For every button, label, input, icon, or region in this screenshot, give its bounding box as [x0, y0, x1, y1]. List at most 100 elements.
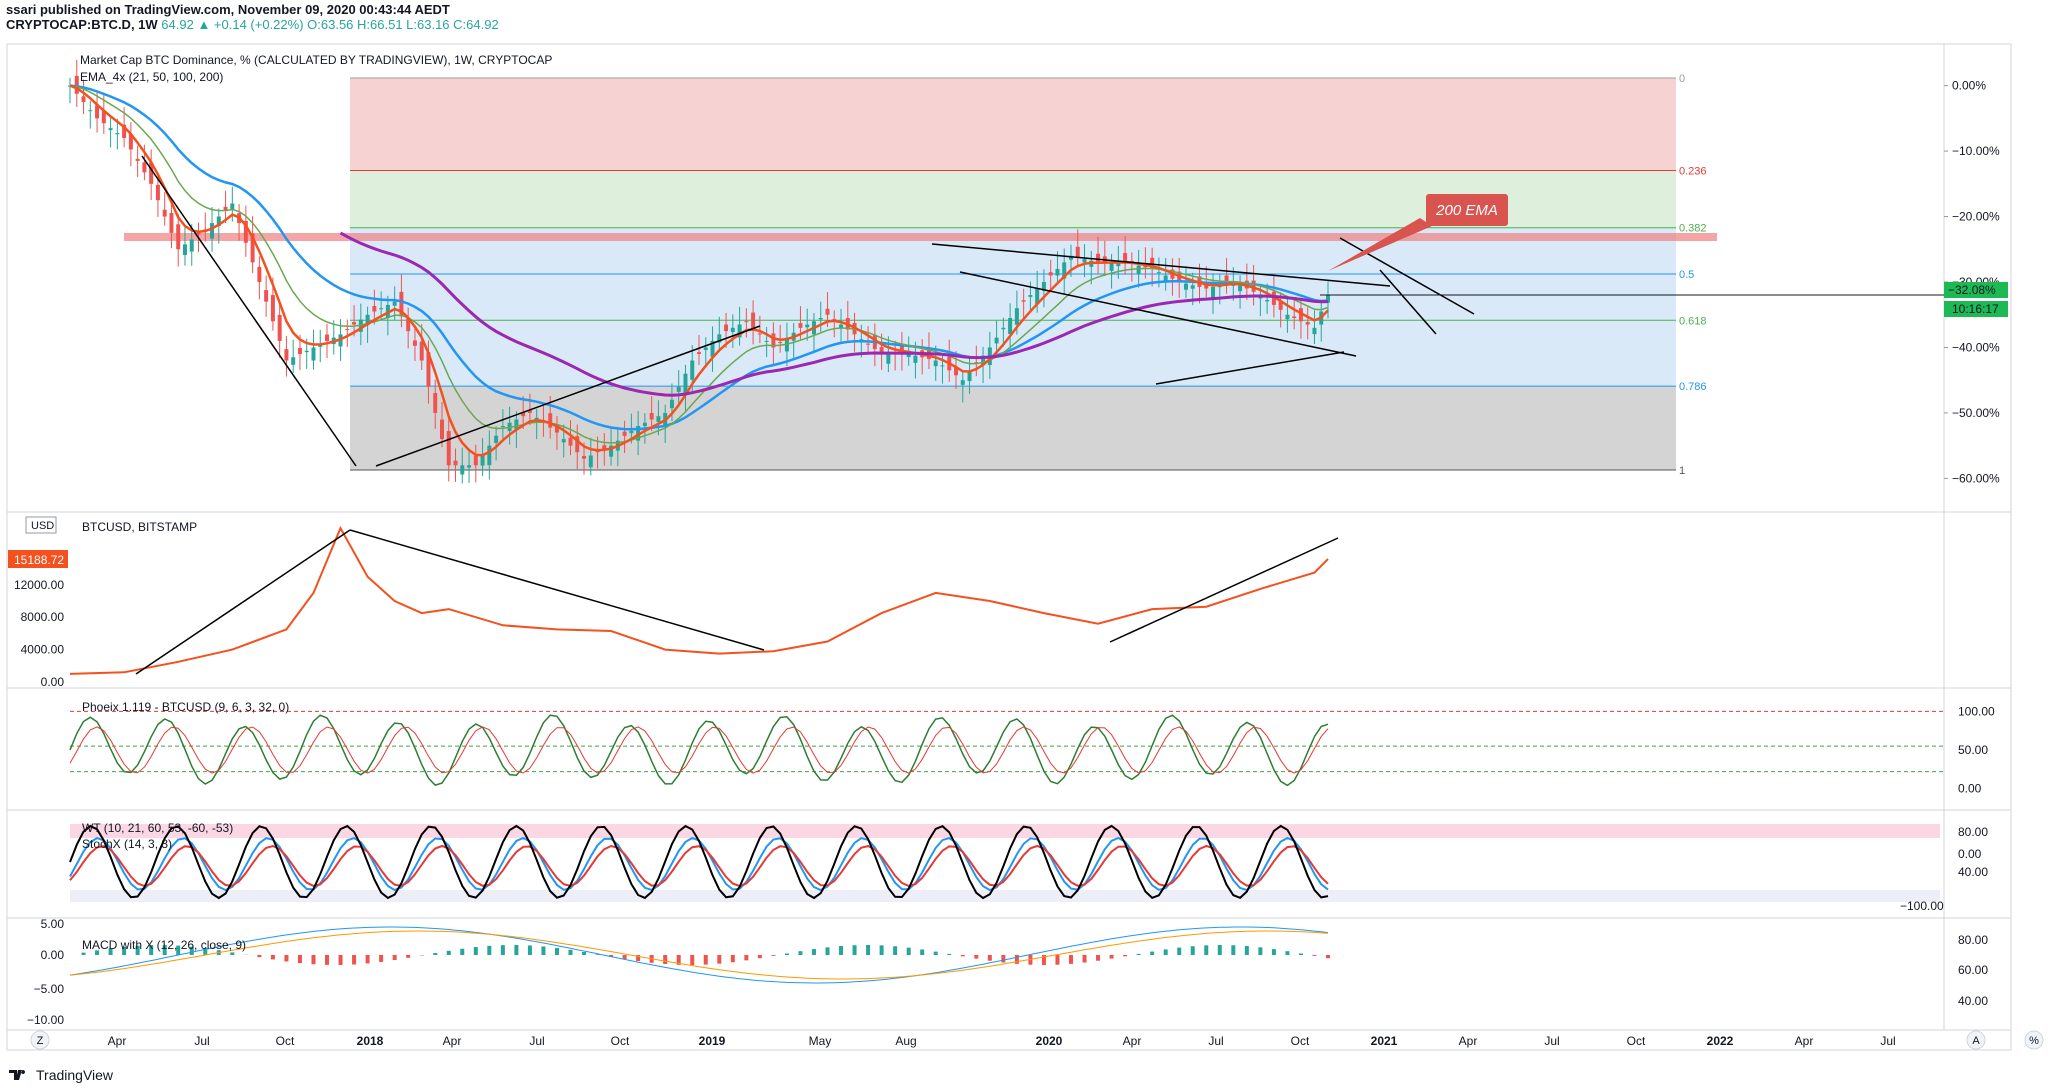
time-label: 2022	[1707, 1034, 1734, 1048]
candle-body	[473, 455, 478, 466]
candle-body	[304, 350, 309, 353]
macd-hist-bar	[325, 955, 330, 965]
macd-hist-bar	[1014, 955, 1019, 964]
candle-body	[155, 184, 160, 201]
macd-hist-bar	[568, 949, 573, 955]
candle-body	[291, 357, 296, 365]
candle-body	[642, 422, 647, 427]
main-y-tick-label: −20.00%	[1952, 210, 2000, 224]
pane-frame-4	[6, 917, 2012, 1031]
time-label: May	[809, 1034, 832, 1048]
macd-hist-bar	[906, 947, 911, 955]
time-label: Oct	[276, 1034, 295, 1048]
macd-hist-bar	[744, 955, 749, 961]
macd-hist-bar	[500, 945, 505, 955]
phoenix-y-tick-label: 100.00	[1958, 704, 1995, 718]
time-label: Aug	[895, 1034, 916, 1048]
candle-body	[487, 445, 492, 466]
stochx-pane-title: StochX (14, 3, 3)	[82, 837, 172, 851]
macd-hist-bar	[771, 955, 776, 956]
candle-body	[751, 312, 756, 328]
candle-body	[189, 239, 194, 252]
candle-body	[352, 322, 357, 325]
btc-y-tick-label: 0.00	[41, 675, 65, 689]
candle-body	[135, 158, 140, 161]
candle-body	[460, 465, 465, 475]
chart-canvas[interactable]: 0 0.236 0.382 0.5 0.618 0.786 1 0.00% −10.00% −20…	[0, 0, 2062, 1091]
candle-body	[1265, 300, 1270, 302]
macd-hist-bar	[622, 955, 627, 960]
wt-y-tick-label: −100.00	[1900, 899, 1944, 913]
candle-body	[548, 413, 553, 428]
candle-body	[264, 290, 269, 302]
macd-hist-bar	[811, 949, 816, 955]
candle-body	[933, 360, 938, 367]
macd-hist-bar	[1177, 947, 1182, 955]
wt-y-tick-label: 0.00	[1958, 847, 1982, 861]
btc-y-tick-label: 12000.00	[14, 578, 64, 592]
macd-hist-bar	[1326, 955, 1330, 959]
btc-pane-title: BTCUSD, BITSTAMP	[82, 520, 197, 534]
macd-hist-bar	[284, 955, 289, 962]
macd-hist-bar	[270, 955, 275, 960]
candle-body	[81, 96, 86, 102]
macd-hist-bar	[582, 951, 587, 955]
candle-body	[439, 419, 444, 440]
candle-body	[419, 341, 424, 361]
candle-body	[115, 133, 120, 135]
main-y-tick-label: −60.00%	[1952, 471, 2000, 485]
tradingview-brand: TradingView	[36, 1067, 114, 1083]
macd-left-tick: 5.00	[41, 917, 65, 931]
macd-hist-bar	[690, 955, 695, 965]
candle-body	[669, 399, 674, 409]
macd-hist-bar	[473, 947, 478, 955]
macd-hist-bar	[1285, 951, 1290, 955]
macd-hist-bar	[1190, 946, 1195, 955]
candle-body	[1136, 265, 1141, 274]
candle-body	[1082, 259, 1087, 263]
main-y-tick-label: −40.00%	[1952, 340, 2000, 354]
time-label: 2020	[1036, 1034, 1063, 1048]
candle-body	[1312, 327, 1317, 335]
macd-hist-bar	[757, 955, 762, 959]
macd-right-tick: 40.00	[1958, 994, 1988, 1008]
countdown-label: 10:16:17	[1952, 302, 1999, 316]
candle-body	[629, 430, 634, 434]
time-label: Jul	[194, 1034, 209, 1048]
wt-overbought-band	[70, 824, 1940, 838]
fib-label-0.382: 0.382	[1679, 223, 1707, 235]
annotation-text: 200 EMA	[1435, 202, 1498, 219]
candle-body	[960, 380, 965, 385]
candle-body	[1008, 318, 1013, 334]
macd-hist-bar	[933, 951, 938, 955]
candle-body	[446, 431, 451, 466]
phoenix-y-tick-label: 0.00	[1958, 782, 1982, 796]
candle-body	[805, 324, 810, 328]
candle-body	[940, 365, 945, 367]
wt-pane-title: WT (10, 21, 60, 53, -60, -53)	[82, 821, 233, 835]
time-label: Apr	[108, 1034, 127, 1048]
time-label: 2019	[699, 1034, 726, 1048]
tradingview-footer[interactable]: TradingView	[8, 1062, 113, 1088]
time-label: Oct	[611, 1034, 630, 1048]
ema-indicator-title: EMA_4x (21, 50, 100, 200)	[80, 70, 223, 84]
candle-body	[467, 465, 472, 468]
candle-body	[690, 360, 695, 380]
usd-label: USD	[31, 520, 54, 532]
candle-body	[182, 244, 187, 256]
macd-hist-bar	[460, 948, 465, 955]
macd-hist-bar	[541, 946, 546, 955]
fib-label-0.618: 0.618	[1679, 315, 1707, 327]
candle-body	[325, 334, 330, 341]
fib-label-0: 0	[1679, 73, 1685, 85]
macd-hist-bar	[297, 955, 302, 964]
fib-label-0.786: 0.786	[1679, 381, 1707, 393]
candle-body	[500, 426, 505, 427]
candle-body	[108, 128, 113, 131]
macd-hist-bar	[1298, 953, 1303, 955]
btc-trend-arrow	[135, 529, 351, 675]
macd-hist-bar	[230, 952, 235, 955]
macd-hist-bar	[514, 945, 519, 955]
candle-body	[392, 301, 397, 306]
macd-hist-bar	[1271, 949, 1276, 955]
